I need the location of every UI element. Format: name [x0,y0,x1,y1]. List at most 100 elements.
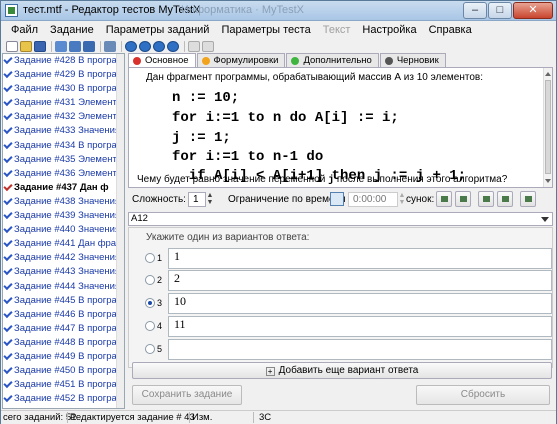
question-list[interactable]: Задание #428 В програ Задание #429 В прог… [2,53,125,409]
code-line: j := 1; [172,130,231,146]
menu-item[interactable]: Параметры заданий [100,24,216,36]
question-list-item[interactable]: Задание #432 Элемента [3,110,124,124]
question-list-label: Задание #442 Значения [14,252,121,264]
question-list-item[interactable]: Задание #431 Элемента [3,96,124,110]
scroll-thumb[interactable] [545,80,551,174]
question-list-item[interactable]: Задание #451 В програ [3,378,124,392]
scroll-up-icon[interactable] [545,72,551,76]
question-text-editor[interactable]: Дан фрагмент программы, обрабатывающий м… [128,67,553,188]
answer-type-dropdown[interactable]: A12 [128,212,553,226]
question-list-item[interactable]: Задание #452 В програ [3,392,124,406]
question-list-item[interactable]: Задание #429 В програ [3,68,124,82]
question-list-item[interactable]: Задание #443 Значения [3,265,124,279]
question-list-item[interactable]: Задание #438 Значения [3,195,124,209]
menu-item[interactable]: Справка [423,24,478,36]
load-picture-icon[interactable] [436,191,452,207]
menu-item[interactable]: Параметры теста [215,24,316,36]
question-list-item[interactable]: Задание #437 Дан ф [3,181,124,195]
answer-text-field[interactable]: 11 [168,316,552,337]
reset-button[interactable]: Сбросить [416,385,550,405]
menu-item[interactable]: Настройка [356,24,422,36]
question-list-item[interactable]: Задание #434 В програ [3,139,124,153]
editor-scrollbar[interactable] [543,68,552,187]
question-list-scrollbar[interactable] [116,54,124,408]
question-list-item[interactable]: Задание #428 В програ [3,54,124,68]
question-list-item[interactable]: Задание #442 Значения [3,251,124,265]
save-icon[interactable] [34,40,46,52]
question-list-item[interactable]: Задание #445 В програ [3,294,124,308]
add-question-icon[interactable] [55,40,67,52]
add-answer-button[interactable]: + Добавить еще вариант ответа [132,362,552,379]
answer-text-field[interactable]: 1 [168,248,552,269]
menu-item[interactable]: Текст [317,24,357,36]
scroll-down-icon[interactable] [545,179,551,183]
maximize-icon[interactable]: □ [488,2,512,19]
answer-number: 5 [157,344,163,354]
time-input[interactable]: 0:00:00 [348,192,398,207]
question-list-item[interactable]: Задание #446 В програ [3,308,124,322]
toolbar-separator [121,40,122,52]
previous-question-icon[interactable] [139,40,151,52]
question-list-label: Задание #429 В програ [14,69,117,81]
status-editing: Редактируется задание # 43 [70,412,195,423]
paste-picture-icon[interactable] [497,191,513,207]
question-list-item[interactable]: Задание #440 Значения [3,223,124,237]
picture-label: сунок: [406,194,435,205]
toolbar-separator [100,40,101,52]
minimize-icon[interactable]: – [463,2,487,19]
answer-radio[interactable] [145,321,155,331]
answer-radio[interactable] [145,298,155,308]
question-list-item[interactable]: Задание #439 Значения [3,209,124,223]
question-list-item[interactable]: Задание #433 Значения [3,124,124,138]
question-list-item[interactable]: Задание #448 В програ [3,336,124,350]
question-list-item[interactable]: Задание #449 В програ [3,350,124,364]
question-list-item[interactable]: Задание #441 Дан фраг [3,237,124,251]
close-icon[interactable]: ✕ [513,2,553,19]
copy-picture-icon[interactable] [478,191,494,207]
difficulty-spinner[interactable]: ▲ ▼ [206,192,214,207]
save-question-button[interactable]: Сохранить задание [132,385,242,405]
title-bar[interactable]: тест.mtf - Редактор тестов MyTestX Инфор… [1,1,556,21]
question-list-item[interactable]: Задание #447 В програ [3,322,124,336]
time-spinner[interactable]: ▲ ▼ [398,192,406,207]
answer-text-field[interactable]: 2 [168,270,552,291]
question-text: Чему будет равно значение переменной j п… [137,174,507,186]
question-list-item[interactable]: Задание #450 В програ [3,364,124,378]
answer-text-field[interactable]: 10 [168,293,552,314]
question-list-item[interactable]: Задание #435 Элемента [3,153,124,167]
question-list-label: Задание #428 В програ [14,55,117,66]
answer-radio[interactable] [145,344,155,354]
difficulty-input[interactable]: 1 [188,192,206,207]
delete-question-icon[interactable] [83,40,95,52]
tab-1[interactable]: Формулировки [196,53,286,67]
question-settings-icon[interactable] [104,40,116,52]
next-question-icon[interactable] [153,40,165,52]
copy-icon[interactable] [188,40,200,52]
time-limit-checkbox[interactable] [330,192,344,206]
last-question-icon[interactable] [167,40,179,52]
insert-question-icon[interactable] [69,40,81,52]
answer-text-field[interactable] [168,339,552,360]
camera-icon[interactable] [455,191,471,207]
question-list-label: Задание #431 Элемента [14,97,123,109]
checkmark-icon [3,294,13,304]
tab-0[interactable]: Основное [128,53,196,67]
answer-radio[interactable] [145,275,155,285]
question-list-item[interactable]: Задание #436 Элемента [3,167,124,181]
new-file-icon[interactable] [6,40,18,52]
status-mode: 3С [259,412,272,423]
menu-item[interactable]: Файл [5,24,44,36]
tab-2[interactable]: Дополнительно [286,53,379,67]
menu-item[interactable]: Задание [44,24,100,36]
delete-picture-icon[interactable] [520,191,536,207]
first-question-icon[interactable] [125,40,137,52]
question-list-item[interactable]: Задание #444 Значения [3,280,124,294]
answer-radio[interactable] [145,253,155,263]
chevron-down-icon[interactable] [541,217,549,222]
open-folder-icon[interactable] [20,40,32,52]
tab-3[interactable]: Черновик [379,53,446,67]
status-total-questions: сего заданий: 51 [3,412,77,423]
question-list-item[interactable]: Задание #430 В програ [3,82,124,96]
paste-icon[interactable] [202,40,214,52]
question-list-label: Задание #446 В програ [14,308,117,320]
